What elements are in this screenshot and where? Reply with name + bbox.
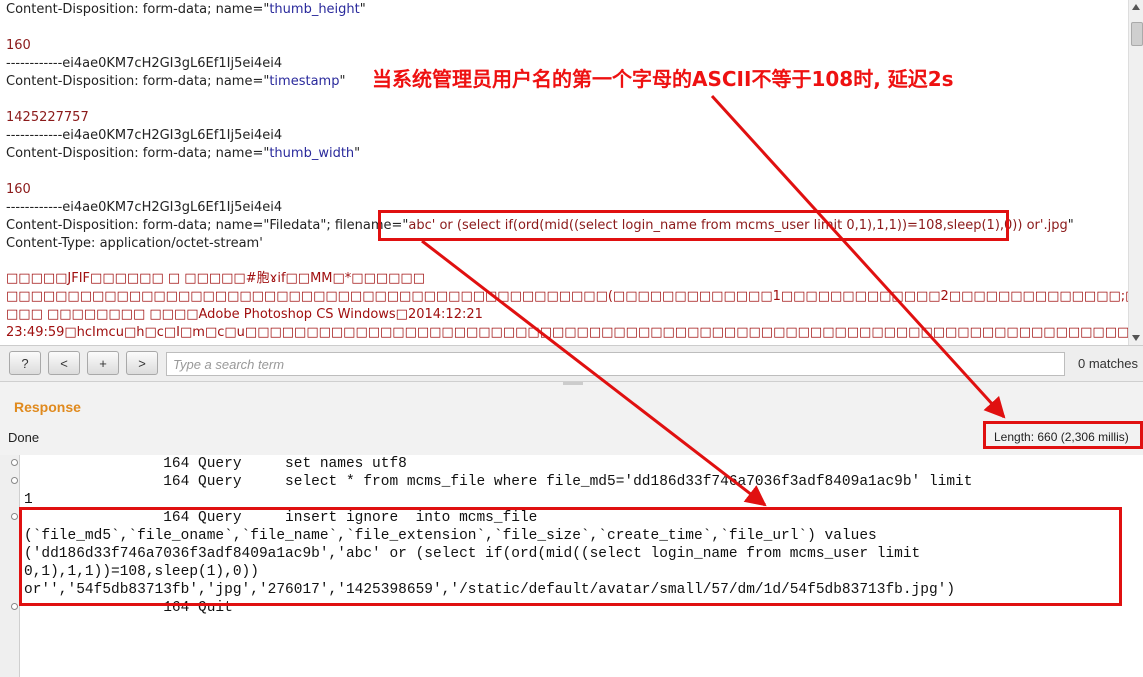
boundary-line: ------------ei4ae0KM7cH2GI3gL6Ef1Ij5ei4e… <box>6 128 283 143</box>
fold-marker-icon[interactable] <box>11 513 18 520</box>
fold-marker-icon[interactable] <box>11 477 18 484</box>
request-line: Content-Disposition: form-data; name="ti… <box>6 74 346 89</box>
scroll-up-icon[interactable] <box>1132 4 1140 10</box>
splitter-grip[interactable] <box>563 382 583 385</box>
request-value: 160 <box>6 38 31 53</box>
request-scrollbar[interactable] <box>1128 0 1143 345</box>
response-title[interactable]: Response <box>14 399 81 415</box>
log-highlight-box <box>19 507 1122 606</box>
binary-line: □□□□□JFIF□□□□□□ □ □□□□□#胞ɤif□□MM□*□□□□□□ <box>6 271 425 286</box>
scroll-down-icon[interactable] <box>1132 335 1140 341</box>
previous-button[interactable]: < <box>48 351 80 375</box>
binary-line: □□□□□□□□□□□□□□□□□□□□□□□□□□□□□□□□□□□□□□□□… <box>6 289 1128 304</box>
request-line: Content-Disposition: form-data; name="th… <box>6 2 366 17</box>
binary-line: □□□ □□□□□□□□ □□□□Adobe Photoshop CS Wind… <box>6 307 483 322</box>
log-line: 164 Query set names utf8 <box>24 456 407 472</box>
match-count: 0 matches <box>1078 356 1138 371</box>
help-button[interactable]: ? <box>9 351 41 375</box>
request-value: 160 <box>6 182 31 197</box>
request-line: Content-Disposition: form-data; name="th… <box>6 146 361 161</box>
log-gutter <box>0 455 20 677</box>
search-input[interactable] <box>166 352 1065 376</box>
boundary-line: ------------ei4ae0KM7cH2GI3gL6Ef1Ij5ei4e… <box>6 56 283 71</box>
annotation-text: 当系统管理员用户名的第一个字母的ASCII不等于108时, 延迟2s <box>372 67 954 91</box>
search-bar: ? < + > 0 matches <box>0 345 1143 382</box>
response-panel: Response Done Length: 660 (2,306 millis) <box>0 381 1143 455</box>
length-highlight-box <box>983 421 1143 449</box>
log-line: 164 Query select * from mcms_file where … <box>24 474 973 490</box>
fold-marker-icon[interactable] <box>11 459 18 466</box>
status-text: Done <box>8 430 40 445</box>
add-button[interactable]: + <box>87 351 119 375</box>
request-value: 1425227757 <box>6 110 89 125</box>
content-type-line: Content-Type: application/octet-stream' <box>6 236 263 251</box>
request-editor[interactable]: Content-Disposition: form-data; name="th… <box>0 0 1128 345</box>
next-button[interactable]: > <box>126 351 158 375</box>
fold-marker-icon[interactable] <box>11 603 18 610</box>
boundary-line: ------------ei4ae0KM7cH2GI3gL6Ef1Ij5ei4e… <box>6 200 283 215</box>
payload-highlight-box <box>378 210 1009 241</box>
binary-line: 23:49:59□hcImcu□h□c□I□m□c□u□□□□□□□□□□□□□… <box>6 325 1128 340</box>
scrollbar-thumb[interactable] <box>1131 22 1143 46</box>
